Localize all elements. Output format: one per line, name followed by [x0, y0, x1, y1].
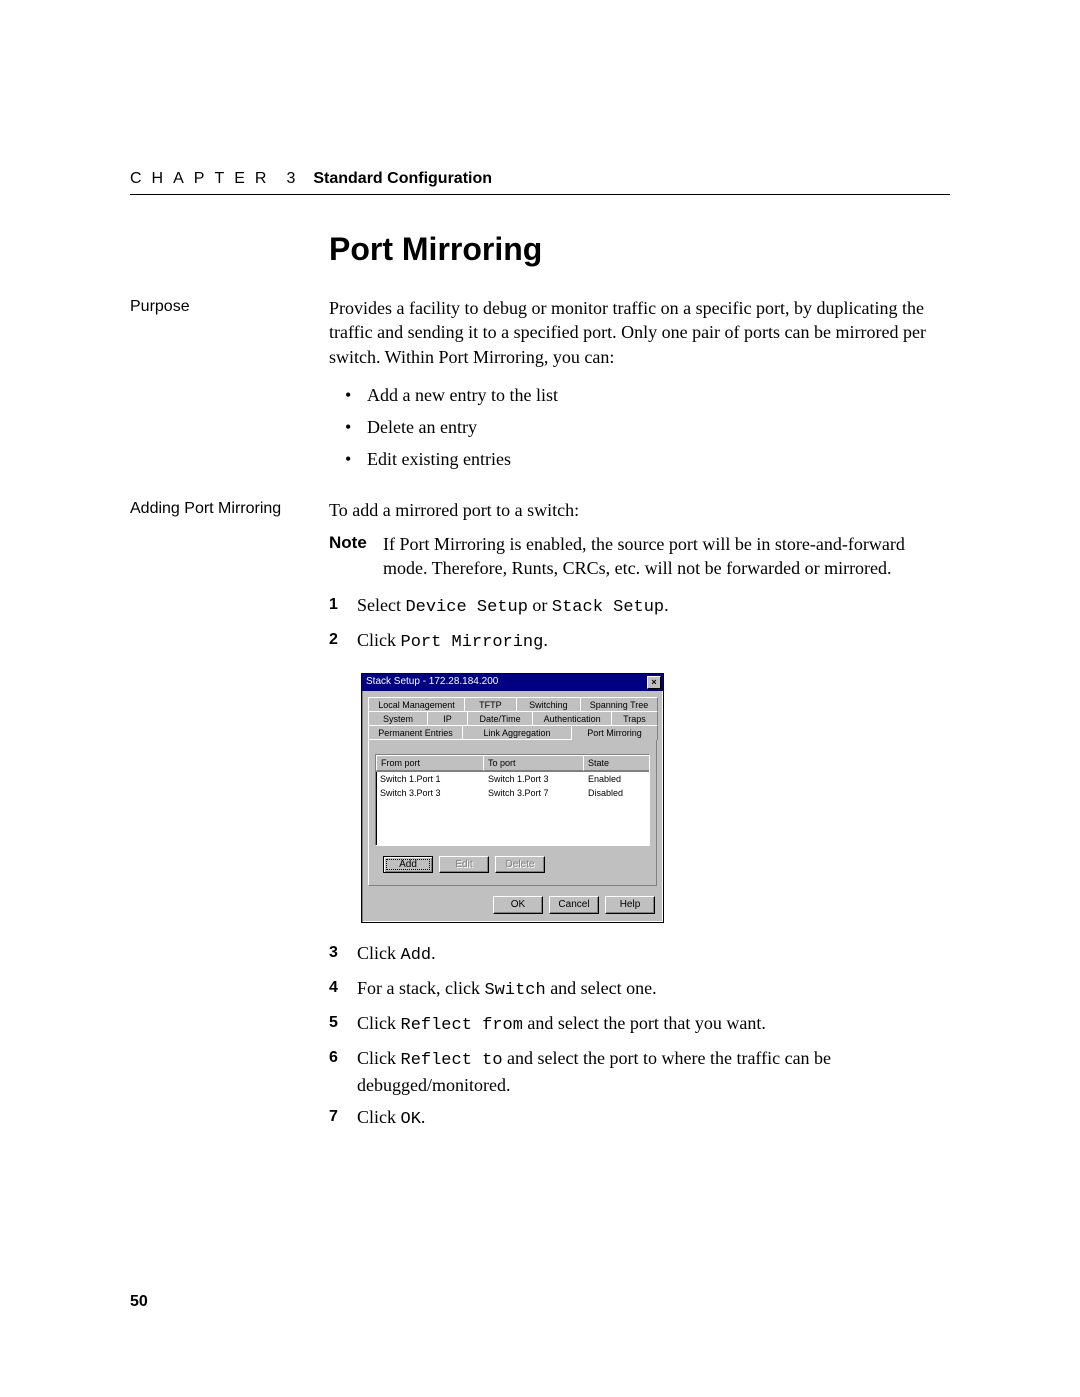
- list-item: Edit existing entries: [345, 447, 950, 471]
- tab-date-time[interactable]: Date/Time: [467, 711, 534, 726]
- column-from-port[interactable]: From port: [376, 755, 484, 771]
- delete-button[interactable]: Delete: [495, 856, 545, 874]
- step-item: Click OK.: [329, 1105, 950, 1132]
- tab-tftp[interactable]: TFTP: [464, 697, 517, 712]
- tab-switching[interactable]: Switching: [516, 697, 581, 712]
- tab-permanent-entries[interactable]: Permanent Entries: [368, 725, 463, 740]
- adding-label: Adding Port Mirroring: [130, 498, 329, 1140]
- column-to-port[interactable]: To port: [484, 755, 584, 771]
- note-text: If Port Mirroring is enabled, the source…: [383, 532, 950, 581]
- tab-panel: From port To port State Switch 1.Port 1 …: [368, 739, 657, 887]
- chapter-label: CHAPTER: [130, 170, 276, 188]
- tab-local-management[interactable]: Local Management: [368, 697, 465, 712]
- help-button[interactable]: Help: [605, 896, 655, 914]
- tab-authentication[interactable]: Authentication: [532, 711, 611, 726]
- tab-spanning-tree[interactable]: Spanning Tree: [580, 697, 658, 712]
- steps-list: Select Device Setup or Stack Setup. Clic…: [329, 593, 950, 655]
- purpose-text: Provides a facility to debug or monitor …: [329, 296, 950, 369]
- chapter-number: 3: [286, 170, 295, 188]
- table-row[interactable]: Switch 1.Port 1 Switch 1.Port 3 Enabled: [376, 772, 649, 786]
- dialog-figure: Stack Setup - 172.28.184.200 × Local Man…: [361, 673, 950, 923]
- adding-intro: To add a mirrored port to a switch:: [329, 498, 950, 522]
- close-icon: ×: [651, 677, 656, 687]
- list-item: Add a new entry to the list: [345, 383, 950, 407]
- close-button[interactable]: ×: [647, 676, 661, 689]
- page-title: Port Mirroring: [329, 231, 950, 268]
- running-header: CHAPTER 3 Standard Configuration: [130, 170, 950, 195]
- step-item: For a stack, click Switch and select one…: [329, 976, 950, 1003]
- step-item: Click Reflect from and select the port t…: [329, 1011, 950, 1038]
- cancel-button[interactable]: Cancel: [549, 896, 599, 914]
- dialog-titlebar: Stack Setup - 172.28.184.200 ×: [362, 674, 663, 691]
- purpose-bullets: Add a new entry to the list Delete an en…: [345, 383, 950, 472]
- steps-list-continued: Click Add. For a stack, click Switch and…: [329, 941, 950, 1132]
- dialog-title: Stack Setup - 172.28.184.200: [366, 675, 498, 689]
- tab-traps[interactable]: Traps: [611, 711, 658, 726]
- note-label: Note: [329, 532, 383, 581]
- page-number: 50: [130, 1293, 148, 1311]
- tab-ip[interactable]: IP: [427, 711, 468, 726]
- purpose-label: Purpose: [130, 296, 329, 480]
- port-mirroring-list[interactable]: From port To port State Switch 1.Port 1 …: [375, 754, 650, 846]
- section-title: Standard Configuration: [313, 170, 492, 188]
- list-item: Delete an entry: [345, 415, 950, 439]
- step-item: Select Device Setup or Stack Setup.: [329, 593, 950, 620]
- tab-link-aggregation[interactable]: Link Aggregation: [462, 725, 572, 740]
- stack-setup-dialog: Stack Setup - 172.28.184.200 × Local Man…: [361, 673, 664, 923]
- table-row[interactable]: Switch 3.Port 3 Switch 3.Port 7 Disabled: [376, 786, 649, 800]
- step-item: Click Port Mirroring.: [329, 628, 950, 655]
- edit-button[interactable]: Edit: [439, 856, 489, 874]
- tab-port-mirroring[interactable]: Port Mirroring: [571, 725, 658, 740]
- ok-button[interactable]: OK: [493, 896, 543, 914]
- step-item: Click Reflect to and select the port to …: [329, 1046, 950, 1097]
- column-state[interactable]: State: [584, 755, 649, 771]
- step-item: Click Add.: [329, 941, 950, 968]
- tab-system[interactable]: System: [368, 711, 428, 726]
- add-button[interactable]: Add: [383, 856, 433, 874]
